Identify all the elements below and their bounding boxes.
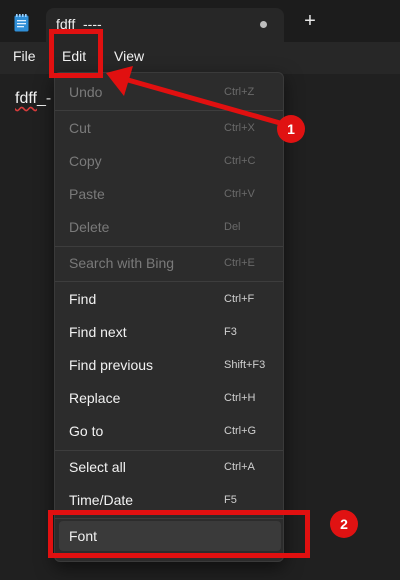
menu-item-shortcut: Ctrl+F — [224, 293, 255, 305]
menu-divider — [55, 450, 283, 451]
menu-item-replace[interactable]: Replace Ctrl+H — [57, 383, 283, 413]
notepad-icon — [14, 14, 29, 32]
menu-item-label: Go to — [69, 423, 104, 439]
menu-divider — [55, 281, 283, 282]
edit-highlight-box — [49, 29, 103, 78]
menu-item-label: Cut — [69, 120, 91, 136]
menu-item-copy[interactable]: Copy Ctrl+C — [57, 146, 283, 176]
step-2-badge: 2 — [330, 510, 358, 538]
menu-item-label: Select all — [69, 459, 126, 475]
menu-item-shortcut: F3 — [224, 326, 237, 338]
menu-item-shortcut: Ctrl+G — [224, 425, 257, 437]
menu-item-delete[interactable]: Delete Del — [57, 212, 283, 242]
menu-item-shortcut: Ctrl+H — [224, 392, 256, 404]
menu-item-shortcut: Shift+F3 — [224, 359, 266, 371]
menu-item-cut[interactable]: Cut Ctrl+X — [57, 113, 283, 143]
menu-item-find[interactable]: Find Ctrl+F — [57, 284, 283, 314]
menu-item-label: Paste — [69, 186, 105, 202]
menu-item-label: Find next — [69, 324, 127, 340]
menu-item-shortcut: Ctrl+C — [224, 155, 256, 167]
menu-item-undo[interactable]: Undo Ctrl+Z — [57, 77, 283, 107]
editor-text-rest: _- — [36, 90, 52, 107]
menu-item-find-next[interactable]: Find next F3 — [57, 317, 283, 347]
menu-divider — [55, 110, 283, 111]
menu-item-search-with-bing[interactable]: Search with Bing Ctrl+E — [57, 248, 283, 278]
notepad-window: fdff_---- + File Edit View fdff_- Undo C… — [0, 0, 400, 580]
editor-text: fdff_- — [15, 90, 51, 108]
menu-file[interactable]: File — [7, 48, 42, 68]
menu-item-label: Undo — [69, 84, 103, 100]
misspelled-word: fdff — [15, 90, 37, 107]
menu-item-shortcut: Ctrl+Z — [224, 86, 255, 98]
menu-view[interactable]: View — [108, 48, 150, 68]
menu-item-shortcut: Ctrl+A — [224, 461, 255, 473]
edit-menu-dropdown: Undo Ctrl+Z Cut Ctrl+X Copy Ctrl+C Paste… — [54, 72, 284, 562]
menu-item-label: Find — [69, 291, 97, 307]
menu-item-paste[interactable]: Paste Ctrl+V — [57, 179, 283, 209]
menu-item-find-previous[interactable]: Find previous Shift+F3 — [57, 350, 283, 380]
menu-item-label: Time/Date — [69, 492, 134, 508]
menu-item-shortcut: F5 — [224, 494, 237, 506]
menu-item-shortcut: Del — [224, 221, 241, 233]
menu-item-go-to[interactable]: Go to Ctrl+G — [57, 416, 283, 446]
menu-item-select-all[interactable]: Select all Ctrl+A — [57, 452, 283, 482]
menu-item-shortcut: Ctrl+X — [224, 122, 255, 134]
menu-item-label: Copy — [69, 153, 102, 169]
unsaved-dot-icon[interactable] — [260, 21, 267, 28]
menu-divider — [55, 246, 283, 247]
menu-item-label: Replace — [69, 390, 121, 406]
font-highlight-box — [48, 510, 310, 558]
menu-item-label: Find previous — [69, 357, 154, 373]
menu-item-shortcut: Ctrl+E — [224, 257, 255, 269]
new-tab-button[interactable]: + — [300, 11, 320, 31]
menu-item-label: Search with Bing — [69, 255, 175, 271]
menu-item-label: Delete — [69, 219, 110, 235]
menu-item-shortcut: Ctrl+V — [224, 188, 255, 200]
step-1-badge: 1 — [277, 115, 305, 143]
